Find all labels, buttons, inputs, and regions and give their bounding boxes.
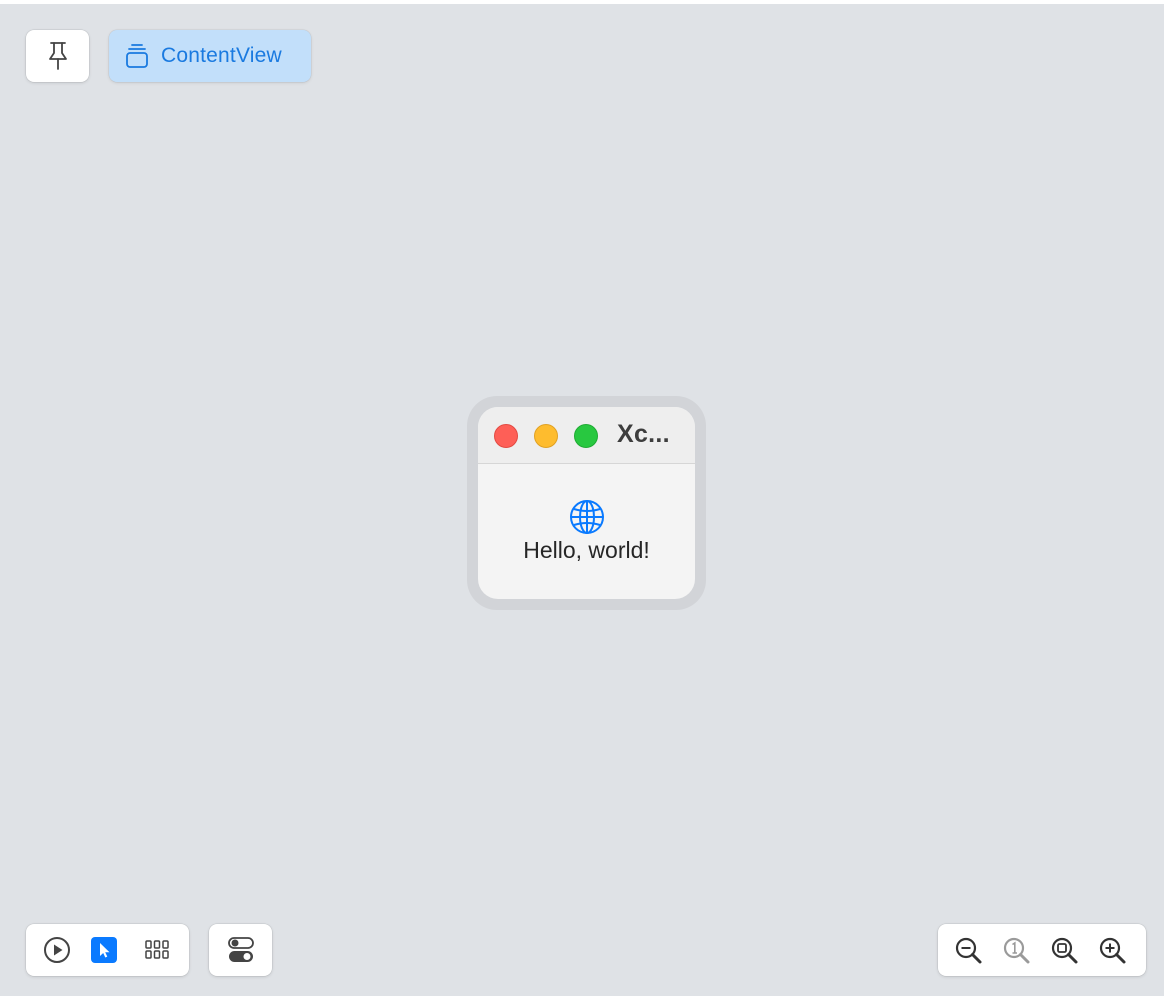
zoom-window-button[interactable] xyxy=(574,424,598,448)
minimize-window-button[interactable] xyxy=(534,424,558,448)
selectable-mode-button[interactable] xyxy=(90,936,118,964)
hello-text: Hello, world! xyxy=(523,537,650,563)
preview-window[interactable]: Xc... Hello, world! xyxy=(478,407,695,599)
pin-preview-button[interactable] xyxy=(26,30,89,82)
preview-mode-group xyxy=(26,924,189,976)
zoom-out-icon xyxy=(955,937,982,964)
zoom-to-fit-icon xyxy=(1051,937,1078,964)
preview-device-frame: Xc... Hello, world! xyxy=(467,396,706,610)
cursor-arrow-icon xyxy=(91,937,117,963)
zoom-to-fit-button[interactable] xyxy=(1050,936,1080,966)
globe-icon xyxy=(570,500,604,534)
variants-mode-button[interactable] xyxy=(143,936,171,964)
stacked-window-icon xyxy=(126,44,148,68)
zoom-actual-size-button[interactable] xyxy=(1002,936,1032,966)
zoom-actual-size-icon xyxy=(1003,937,1030,964)
zoom-in-icon xyxy=(1099,937,1126,964)
zoom-out-button[interactable] xyxy=(954,936,984,966)
toggle-switches-icon xyxy=(227,937,254,962)
zoom-controls xyxy=(938,924,1146,976)
zoom-in-button[interactable] xyxy=(1098,936,1128,966)
pin-icon xyxy=(48,42,67,70)
content-view-button[interactable]: ContentView xyxy=(109,30,311,82)
window-title: Xc... xyxy=(617,420,670,448)
content-view-label: ContentView xyxy=(161,44,282,67)
grid-icon xyxy=(145,940,169,959)
play-circle-icon xyxy=(44,937,70,963)
live-mode-button[interactable] xyxy=(43,936,71,964)
window-titlebar: Xc... xyxy=(478,407,695,464)
close-window-button[interactable] xyxy=(494,424,518,448)
preview-canvas: ContentView Xc... Hello, world! xyxy=(0,4,1164,996)
device-settings-button[interactable] xyxy=(209,924,272,976)
